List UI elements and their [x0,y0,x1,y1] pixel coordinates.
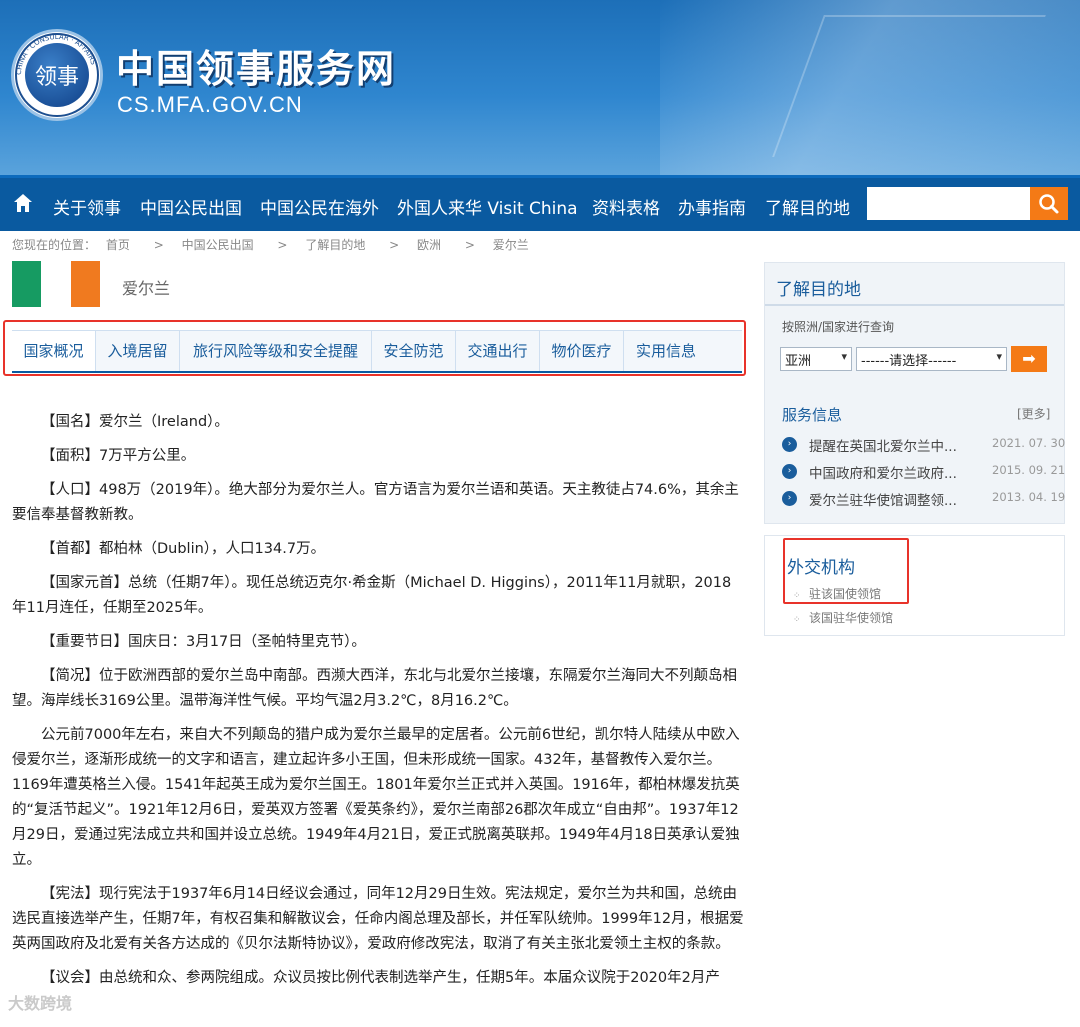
nav-item-forms[interactable]: 资料表格 [592,194,660,219]
breadcrumb-destinations[interactable]: 了解目的地 [305,238,365,252]
go-button[interactable]: ➡ [1011,346,1047,372]
breadcrumb-prefix: 您现在的位置： [12,238,97,252]
nav-item-guide[interactable]: 办事指南 [678,194,746,219]
breadcrumb-separator: > [464,238,475,252]
more-link[interactable]: [更多] [1017,405,1050,422]
content-paragraph: 公元前7000年左右，来自大不列颠岛的猎户成为爱尔兰最早的定居者。公元前6世纪，… [12,727,740,868]
site-logo[interactable]: CHINA · CONSULAR · AFFAIRS 领事 [14,32,100,118]
news-title: 中国政府和爱尔兰政府... [809,466,957,482]
diplomatic-panel: 外交机构 ⁘ 驻该国使领馆 ⁘ 该国驻华使领馆 [764,535,1065,636]
search-input[interactable] [867,187,1031,220]
news-title: 爱尔兰驻华使馆调整领... [809,493,957,509]
breadcrumb-europe[interactable]: 欧洲 [417,238,441,252]
arrow-bullet-icon: › [782,437,797,452]
nav-item-destinations[interactable]: 了解目的地 [765,194,850,219]
news-item[interactable]: › 爱尔兰驻华使馆调整领... 2013. 04. 19 [782,489,1065,509]
arrow-bullet-icon: › [782,464,797,479]
tabs-highlight-box [3,320,746,376]
flag-green-stripe [12,261,41,307]
main-nav: 关于领事 中国公民出国 中国公民在海外 外国人来华 Visit China 资料… [0,175,1080,231]
arrow-bullet-icon: › [782,491,797,506]
news-item[interactable]: › 提醒在英国北爱尔兰中... 2021. 07. 30 [782,435,1065,455]
content-paragraph: 【国家元首】总统（任期7年）。现任总统迈克尔·希金斯（Michael D. Hi… [12,575,732,616]
query-label: 按照洲/国家进行查询 [782,320,895,334]
diplomatic-highlight-box [783,538,909,604]
nav-item-about-consular[interactable]: 关于领事 [53,194,121,219]
foreign-embassy-link-label: 该国驻华使领馆 [809,611,894,625]
ireland-flag [12,261,100,307]
nav-item-citizens-abroad[interactable]: 中国公民出国 [140,194,242,219]
continent-select-value: 亚洲 [785,354,812,369]
breadcrumb-ireland[interactable]: 爱尔兰 [493,238,529,252]
nav-item-citizens-overseas[interactable]: 中国公民在海外 [260,194,379,219]
content-paragraph: 【首都】都柏林（Dublin），人口134.7万。 [41,541,326,557]
site-domain: CS.MFA.GOV.CN [117,92,303,117]
country-name: 爱尔兰 [122,279,171,298]
watermark: 大数跨境 [8,994,73,1013]
flag-white-stripe [41,261,71,307]
chevron-down-icon: ▾ [841,350,847,363]
home-icon[interactable] [12,192,34,214]
site-header: CHINA · CONSULAR · AFFAIRS 领事 中国领事服务网 CS… [0,0,1080,175]
news-item[interactable]: › 中国政府和爱尔兰政府... 2015. 09. 21 [782,462,1065,482]
breadcrumb-home[interactable]: 首页 [106,238,130,252]
continent-select[interactable]: 亚洲 ▾ [780,347,852,371]
news-date: 2013. 04. 19 [992,490,1066,504]
country-overview-content: 【国名】爱尔兰（Ireland）。 【面积】7万平方公里。 【人口】498万（2… [12,410,744,1000]
logo-emblem: 领事 [25,43,89,107]
chevron-down-icon: ▾ [996,350,1002,363]
content-paragraph: 【面积】7万平方公里。 [41,448,196,464]
flag-orange-stripe [71,261,100,307]
dotted-bullet-icon: ⁘ [793,615,801,625]
destination-panel: 了解目的地 按照洲/国家进行查询 亚洲 ▾ ------请选择------ ▾ … [764,262,1065,524]
divider [765,304,1064,306]
news-date: 2021. 07. 30 [992,436,1066,450]
breadcrumb-separator: > [153,238,164,252]
destination-panel-title: 了解目的地 [776,280,861,300]
service-info-title: 服务信息 [782,406,843,424]
country-select-value: ------请选择------ [861,354,957,369]
content-paragraph: 【人口】498万（2019年）。绝大部分为爱尔兰人。官方语言为爱尔兰语和英语。天… [12,482,739,523]
content-paragraph: 【议会】由总统和众、参两院组成。众议员按比例代表制选举产生，任期5年。本届众议院… [41,970,720,986]
nav-item-visit-china[interactable]: 外国人来华 Visit China [397,194,578,219]
country-select[interactable]: ------请选择------ ▾ [856,347,1007,371]
news-title: 提醒在英国北爱尔兰中... [809,439,957,455]
content-paragraph: 【简况】位于欧洲西部的爱尔兰岛中南部。西濒大西洋，东北与北爱尔兰接壤，东隔爱尔兰… [12,668,737,709]
content-paragraph: 【国名】爱尔兰（Ireland）。 [41,414,229,430]
breadcrumb-separator: > [389,238,400,252]
foreign-embassy-link[interactable]: ⁘ 该国驻华使领馆 [793,609,893,626]
content-paragraph: 【宪法】现行宪法于1937年6月14日经议会通过，同年12月29日生效。宪法规定… [12,886,744,952]
search-icon [1039,194,1059,214]
content-paragraph: 【重要节日】国庆日：3月17日（圣帕特里克节）。 [41,634,366,650]
search-button[interactable] [1030,187,1068,220]
breadcrumb-citizens-abroad[interactable]: 中国公民出国 [182,238,254,252]
site-title[interactable]: 中国领事服务网 [116,38,396,93]
breadcrumb-separator: > [277,238,288,252]
breadcrumb: 您现在的位置： 首页 > 中国公民出国 > 了解目的地 > 欧洲 > 爱尔兰 [12,236,535,253]
arrow-right-icon: ➡ [1022,349,1036,368]
news-date: 2015. 09. 21 [992,463,1066,477]
